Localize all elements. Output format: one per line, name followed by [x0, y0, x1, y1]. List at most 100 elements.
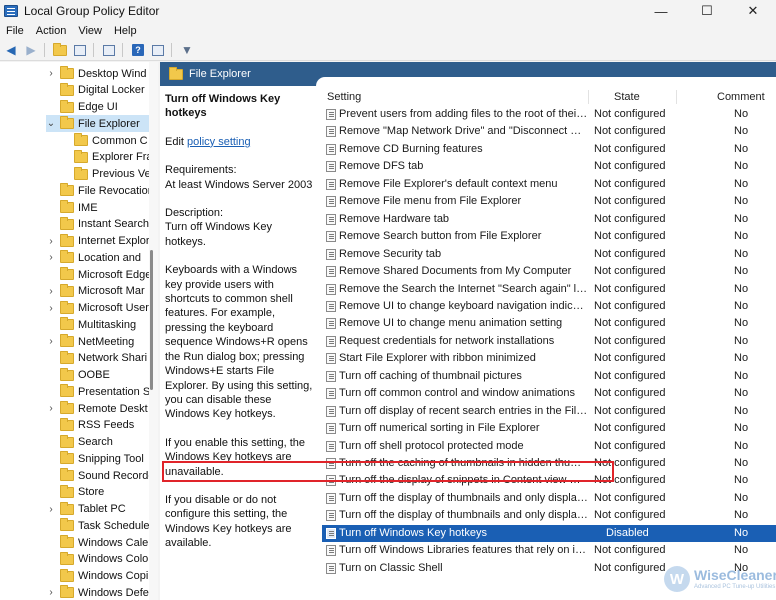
tree-item[interactable]: › Windows Defe: [46, 584, 149, 600]
tree-item[interactable]: OOBE: [46, 367, 110, 384]
setting-name: Turn off caching of thumbnail pictures: [339, 369, 522, 382]
column-divider[interactable]: [588, 90, 589, 104]
tree-expander-icon[interactable]: ›: [46, 236, 56, 247]
tree-expander-icon[interactable]: ›: [46, 252, 56, 263]
tree-item[interactable]: Snipping Tool: [46, 450, 144, 467]
tree-expander-icon[interactable]: ›: [46, 504, 56, 515]
column-setting[interactable]: Setting: [327, 88, 587, 106]
setting-row[interactable]: Remove Security tab Not configured No: [322, 246, 776, 263]
tree-item[interactable]: › NetMeeting: [46, 333, 134, 350]
setting-name: Turn on Classic Shell: [339, 561, 443, 574]
tree-item[interactable]: Microsoft Edge: [46, 266, 151, 283]
setting-row[interactable]: Turn off numerical sorting in File Explo…: [322, 420, 776, 437]
tree-item[interactable]: Previous Ve: [60, 166, 151, 183]
tree-expander-icon[interactable]: ›: [46, 68, 56, 79]
tree-item[interactable]: Sound Recorde: [46, 467, 154, 484]
tree-item[interactable]: Windows Caler: [46, 534, 152, 551]
setting-row[interactable]: Turn off display of recent search entrie…: [322, 403, 776, 420]
tree-item[interactable]: › Tablet PC: [46, 501, 126, 518]
menu-view[interactable]: View: [72, 25, 108, 37]
tree-expander-icon[interactable]: ›: [46, 303, 56, 314]
setting-row[interactable]: Turn off shell protocol protected mode No…: [322, 438, 776, 455]
tree-item[interactable]: Windows Copi: [46, 568, 148, 585]
tree-item[interactable]: RSS Feeds: [46, 417, 134, 434]
tree-item[interactable]: › Desktop Wind: [46, 65, 146, 82]
tree-item[interactable]: Instant Search: [46, 216, 149, 233]
tree-expander-icon[interactable]: ›: [46, 403, 56, 414]
tree-expander-icon[interactable]: ›: [46, 286, 56, 297]
tree-item[interactable]: Common C: [60, 132, 148, 149]
up-one-level-button[interactable]: [51, 42, 69, 58]
close-button[interactable]: ✕: [730, 0, 776, 22]
setting-row[interactable]: Remove Shared Documents from My Computer…: [322, 263, 776, 280]
setting-row[interactable]: Turn off caching of thumbnail pictures No…: [322, 368, 776, 385]
tree-item-label: Windows Caler: [78, 536, 152, 549]
tree-item[interactable]: Digital Locker: [46, 82, 145, 99]
back-button[interactable]: ◀: [2, 42, 20, 58]
setting-row[interactable]: Remove "Map Network Drive" and "Disconne…: [322, 123, 776, 140]
tree-item[interactable]: Search: [46, 434, 113, 451]
column-state[interactable]: State: [614, 88, 674, 106]
setting-row[interactable]: Remove Hardware tab Not configured No: [322, 211, 776, 228]
tree-item[interactable]: › Microsoft User: [46, 300, 149, 317]
show-hide-tree-button[interactable]: [71, 42, 89, 58]
tree-item[interactable]: Task Scheduler: [46, 517, 153, 534]
filter-button[interactable]: ▼: [178, 42, 196, 58]
menu-action[interactable]: Action: [30, 25, 73, 37]
folder-icon: [60, 518, 74, 532]
setting-row[interactable]: Remove File menu from File Explorer Not c…: [322, 193, 776, 210]
column-comment[interactable]: Comment: [717, 88, 773, 106]
tree-item[interactable]: Windows Colo: [46, 551, 148, 568]
setting-row[interactable]: Remove Search button from File Explorer N…: [322, 228, 776, 245]
tree-item[interactable]: ⌄ File Explorer: [46, 115, 149, 133]
setting-row[interactable]: Request credentials for network installa…: [322, 333, 776, 350]
tree-scrollbar-thumb[interactable]: [150, 250, 153, 390]
minimize-button[interactable]: —: [638, 0, 684, 22]
back-arrow-icon: ◀: [6, 43, 16, 57]
tree-item[interactable]: › Location and: [46, 249, 141, 266]
setting-name: Remove "Map Network Drive" and "Disconne…: [339, 125, 588, 138]
menu-file[interactable]: File: [0, 25, 30, 37]
tree-item[interactable]: Network Shari: [46, 350, 147, 367]
setting-row[interactable]: Prevent users from adding files to the r…: [322, 106, 776, 123]
edit-policy-link[interactable]: policy setting: [187, 136, 251, 148]
setting-row[interactable]: Remove UI to change menu animation setti…: [322, 315, 776, 332]
selected-setting-row[interactable]: Turn off Windows Key hotkeys Disabled No: [322, 524, 776, 542]
tree-item[interactable]: › Internet Explor: [46, 233, 150, 250]
menu-help[interactable]: Help: [108, 25, 143, 37]
setting-row[interactable]: Turn off Windows Libraries features that…: [322, 542, 776, 559]
tree-item[interactable]: Multitasking: [46, 316, 136, 333]
console-tree-icon: [74, 44, 86, 56]
tree-expander-icon[interactable]: ›: [46, 587, 56, 598]
setting-row[interactable]: Turn off the display of thumbnails and o…: [322, 490, 776, 507]
setting-comment: No: [734, 474, 749, 487]
setting-row[interactable]: Remove the Search the Internet "Search a…: [322, 281, 776, 298]
export-list-button[interactable]: [100, 42, 118, 58]
tree-item[interactable]: Edge UI: [46, 99, 118, 116]
setting-row[interactable]: Remove DFS tab Not configured No: [322, 158, 776, 175]
setting-row[interactable]: Remove UI to change keyboard navigation …: [322, 298, 776, 315]
setting-comment: No: [734, 195, 749, 208]
column-divider[interactable]: [676, 90, 677, 104]
tree-item[interactable]: Explorer Fra: [60, 149, 153, 166]
tree-item-label: Microsoft User: [78, 302, 149, 314]
setting-row[interactable]: Remove CD Burning features Not configured…: [322, 141, 776, 158]
maximize-button[interactable]: ☐: [684, 0, 730, 22]
tree-expander-icon[interactable]: ⌄: [46, 118, 56, 129]
help-button[interactable]: ?: [129, 42, 147, 58]
setting-row[interactable]: Start File Explorer with ribbon minimize…: [322, 350, 776, 367]
toolbar-separator: [44, 43, 45, 57]
properties-button[interactable]: [149, 42, 167, 58]
forward-button[interactable]: ▶: [22, 42, 40, 58]
tree-expander-icon[interactable]: ›: [46, 336, 56, 347]
tree-item[interactable]: File Revocation: [46, 182, 154, 199]
tree-item[interactable]: Presentation S: [46, 383, 150, 400]
tree-item[interactable]: IME: [46, 199, 98, 216]
setting-row[interactable]: Turn off the display of thumbnails and o…: [322, 507, 776, 524]
tree-item[interactable]: › Microsoft Mar: [46, 283, 145, 300]
tree-item[interactable]: › Remote Deskt: [46, 400, 148, 417]
setting-row[interactable]: Remove File Explorer's default context m…: [322, 176, 776, 193]
setting-row[interactable]: Turn off common control and window anima…: [322, 385, 776, 402]
tree-item[interactable]: Store: [46, 484, 104, 501]
folder-icon: [60, 116, 74, 130]
